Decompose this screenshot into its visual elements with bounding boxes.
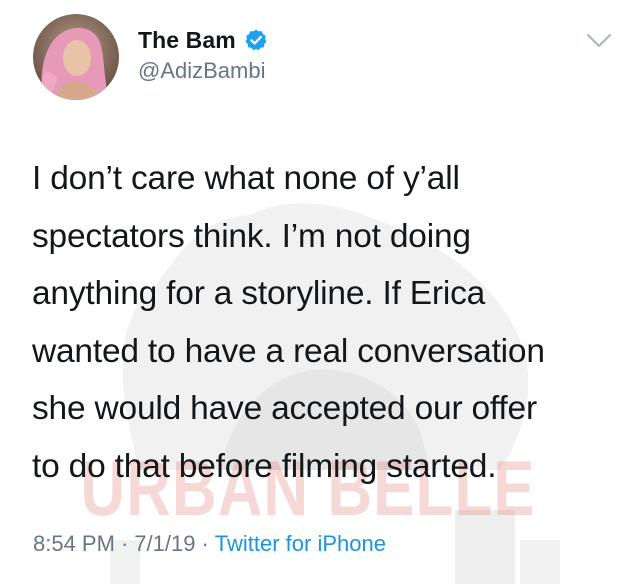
user-handle[interactable]: @AdizBambi: [138, 58, 266, 84]
avatar[interactable]: [33, 14, 119, 100]
tweet-meta: 8:54 PM · 7/1/19 · Twitter for iPhone: [33, 531, 386, 557]
verified-badge-icon: [245, 29, 267, 51]
meta-separator: ·: [201, 531, 209, 556]
tweet-time[interactable]: 8:54 PM: [33, 531, 115, 556]
avatar-image: [33, 14, 119, 100]
tweet-source-link[interactable]: Twitter for iPhone: [215, 531, 386, 556]
chevron-down-icon[interactable]: [585, 30, 613, 52]
tweet-text-line: to do that before filming started.: [32, 447, 497, 485]
tweet-date[interactable]: 7/1/19: [134, 531, 195, 556]
tweet-text-line: I don’t care what none of y’all: [32, 160, 460, 197]
tweet-card: URBAN BELLE The Bam @AdizBambi I don’t c…: [0, 0, 640, 584]
tweet-text-line: she would have accepted our offer: [32, 390, 537, 427]
display-name[interactable]: The Bam: [138, 27, 236, 54]
meta-separator: ·: [120, 531, 129, 556]
tweet-text-line: anything for a storyline. If Erica: [32, 275, 486, 312]
tweet-text-line: wanted to have a real conversation: [32, 332, 545, 370]
display-name-row[interactable]: The Bam: [138, 25, 268, 55]
tweet-text: I don’t care what none of y’all spectato…: [32, 150, 612, 495]
tweet-text-line: spectators think. I’m not doing: [32, 217, 471, 255]
